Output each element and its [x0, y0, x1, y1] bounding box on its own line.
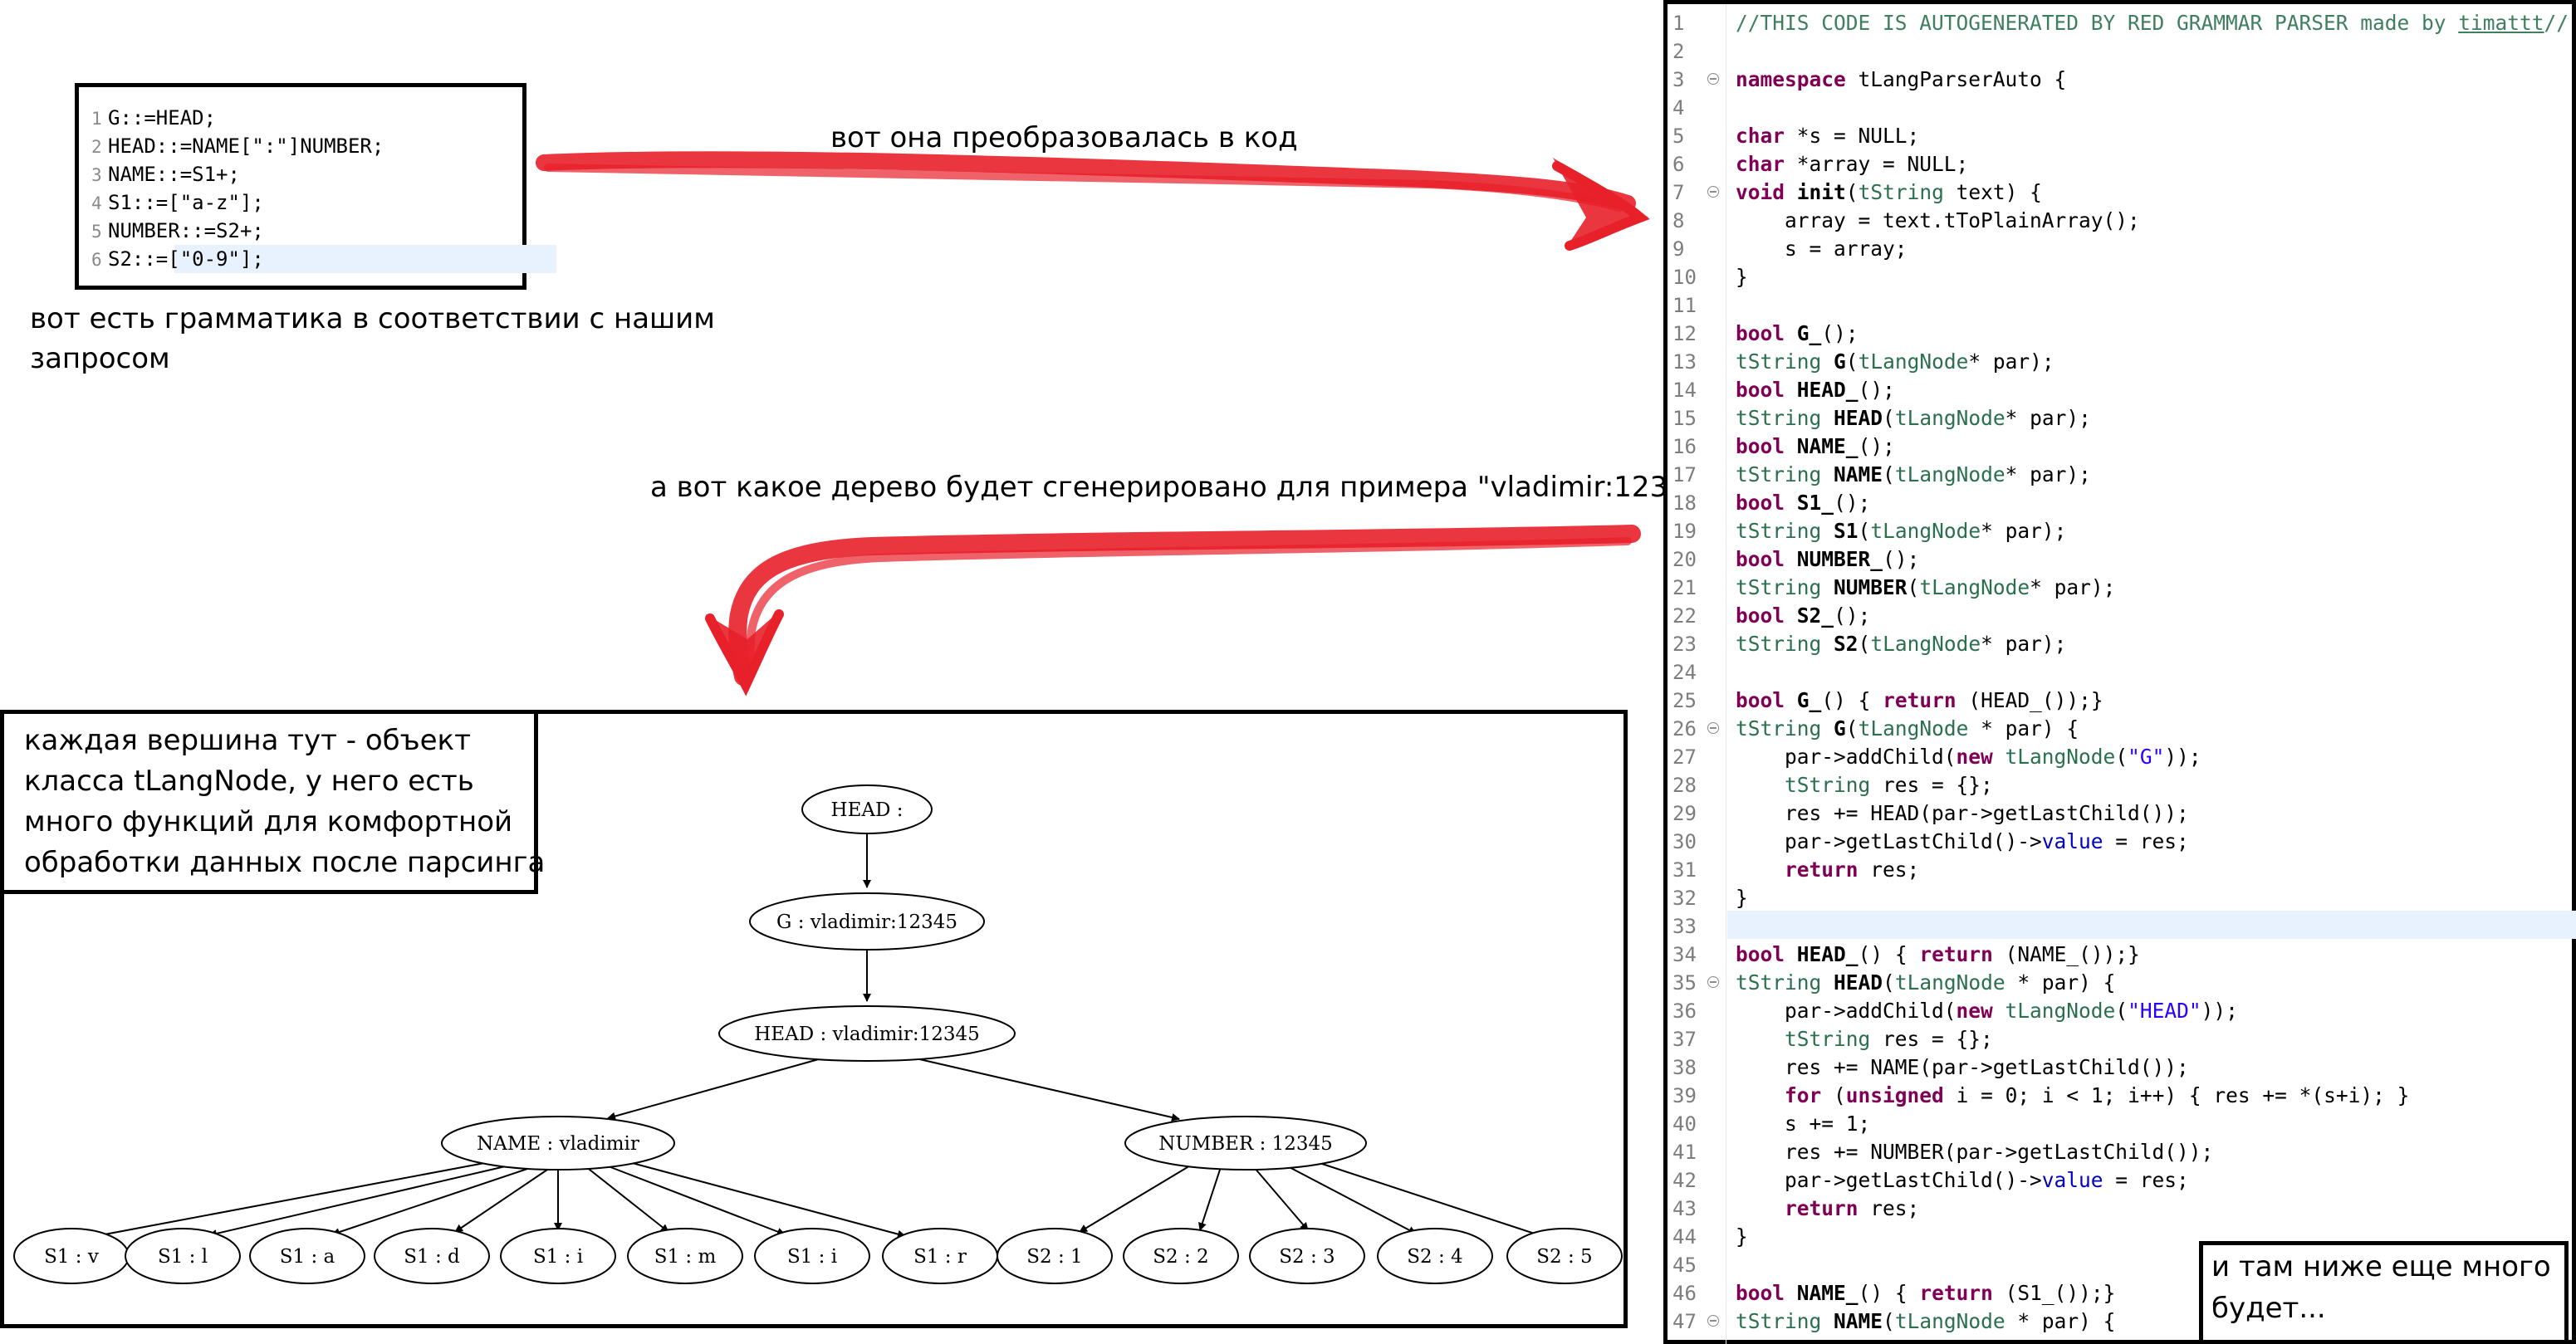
- tree-edge: [1198, 1166, 1222, 1231]
- tree-note-line-4: обработки данных после парсинга: [24, 846, 546, 879]
- tree-edge: [585, 1166, 669, 1233]
- tree-edge: [1282, 1163, 1417, 1234]
- code-box: 1//THIS CODE IS AUTOGENERATED BY RED GRA…: [1663, 0, 2576, 1344]
- tree-node-label: G : vladimir:12345: [776, 911, 957, 933]
- tree-node-label: S2 : 5: [1536, 1246, 1592, 1268]
- tree-node-label: S1 : a: [280, 1246, 335, 1268]
- tree-node-label: NUMBER : 12345: [1158, 1133, 1333, 1155]
- tree-note-box: каждая вершина тут - объект класса tLang…: [0, 710, 545, 894]
- tree-edge: [622, 1160, 906, 1239]
- tree-note-line-2: класса tLangNode, у него есть: [24, 765, 474, 798]
- code-note-line-2: будет...: [2211, 1292, 2326, 1325]
- tree-edge: [1253, 1166, 1309, 1231]
- tree-node-label: S1 : i: [787, 1246, 837, 1268]
- tree-node-label: S1 : i: [533, 1246, 583, 1268]
- tree-node-label: S1 : r: [913, 1246, 967, 1268]
- tree-note-line-3: много функций для комфортной: [24, 805, 513, 838]
- tree-node-label: HEAD :: [831, 799, 904, 821]
- tree-node-label: S1 : m: [654, 1246, 717, 1268]
- fold-toggle-icon[interactable]: [1707, 722, 1719, 734]
- tree-node-label: S2 : 1: [1026, 1246, 1082, 1268]
- tree-note-line-1: каждая вершина тут - объект: [24, 724, 471, 757]
- tree-node-label: S2 : 3: [1279, 1246, 1335, 1268]
- tree-edge: [91, 1158, 507, 1240]
- fold-toggle-icon[interactable]: [1707, 73, 1719, 85]
- tree-node-label: NAME : vladimir: [477, 1133, 639, 1155]
- tree-node-label: S1 : v: [44, 1246, 99, 1268]
- tree-edge: [1311, 1160, 1545, 1239]
- tree-node-label: S2 : 4: [1407, 1246, 1462, 1268]
- code-area: 1//THIS CODE IS AUTOGENERATED BY RED GRA…: [1672, 11, 2569, 1333]
- fold-toggle-icon[interactable]: [1707, 186, 1719, 198]
- fold-toggle-icon[interactable]: [1707, 976, 1719, 988]
- tree-node-label: S2 : 2: [1153, 1246, 1208, 1268]
- fold-toggle-icon[interactable]: [1707, 1315, 1719, 1327]
- tree-edge: [208, 1161, 524, 1238]
- tree-node-label: S1 : d: [404, 1246, 460, 1268]
- code-note-box: и там ниже еще много будет...: [2199, 1241, 2569, 1344]
- tree-node-label: HEAD : vladimir:12345: [754, 1024, 980, 1045]
- code-note-line-1: и там ниже еще много: [2211, 1250, 2551, 1283]
- tree-edge: [601, 1163, 786, 1236]
- tree-edge: [904, 1055, 1180, 1122]
- tree-node-label: S1 : l: [158, 1246, 208, 1268]
- tree-edge: [607, 1055, 831, 1121]
- tree-edge: [1079, 1161, 1197, 1233]
